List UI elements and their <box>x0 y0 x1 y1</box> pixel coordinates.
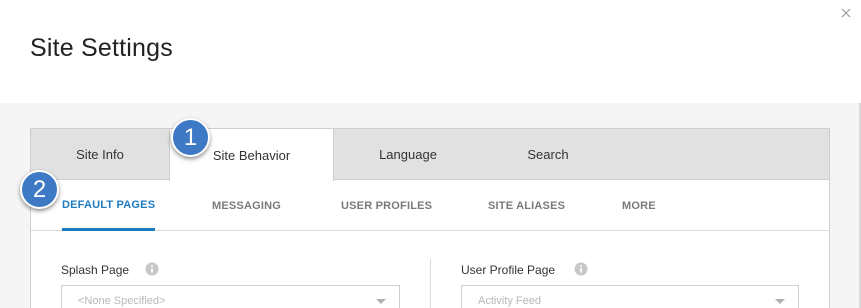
subtab-messaging[interactable]: MESSAGING <box>212 181 281 231</box>
user-profile-page-select[interactable]: Activity Feed <box>461 285 799 308</box>
subtab-site-aliases[interactable]: SITE ALIASES <box>488 181 565 231</box>
dialog-header: Site Settings <box>0 0 861 103</box>
splash-page-value: <None Specified> <box>78 295 166 307</box>
chevron-down-icon <box>775 299 785 304</box>
tab-site-info[interactable]: Site Info <box>31 129 169 180</box>
splash-page-label: Splash Page <box>61 263 130 277</box>
column-divider <box>430 259 431 308</box>
subtab-user-profiles[interactable]: USER PROFILES <box>341 181 432 231</box>
callout-badge-2: 2 <box>20 170 59 209</box>
dialog-title: Site Settings <box>30 34 173 62</box>
tab-search[interactable]: Search <box>482 129 614 180</box>
tab-language[interactable]: Language <box>334 129 482 180</box>
splash-page-select[interactable]: <None Specified> <box>61 285 400 308</box>
subtab-more[interactable]: MORE <box>622 181 656 231</box>
callout-badge-1: 1 <box>171 118 210 157</box>
sub-tabs: DEFAULT PAGES MESSAGING USER PROFILES SI… <box>31 181 829 231</box>
user-profile-page-label: User Profile Page <box>461 263 556 277</box>
chevron-down-icon <box>376 299 386 304</box>
info-icon[interactable] <box>574 262 588 276</box>
main-tabs: Site Info Site Behavior Language Search <box>31 129 829 181</box>
settings-panel: Site Info Site Behavior Language Search … <box>30 128 830 308</box>
info-icon[interactable] <box>145 262 159 276</box>
dialog-body: Site Info Site Behavior Language Search … <box>0 103 861 308</box>
subtab-default-pages[interactable]: DEFAULT PAGES <box>62 181 156 231</box>
user-profile-page-value: Activity Feed <box>478 295 541 307</box>
close-icon[interactable] <box>839 6 853 20</box>
